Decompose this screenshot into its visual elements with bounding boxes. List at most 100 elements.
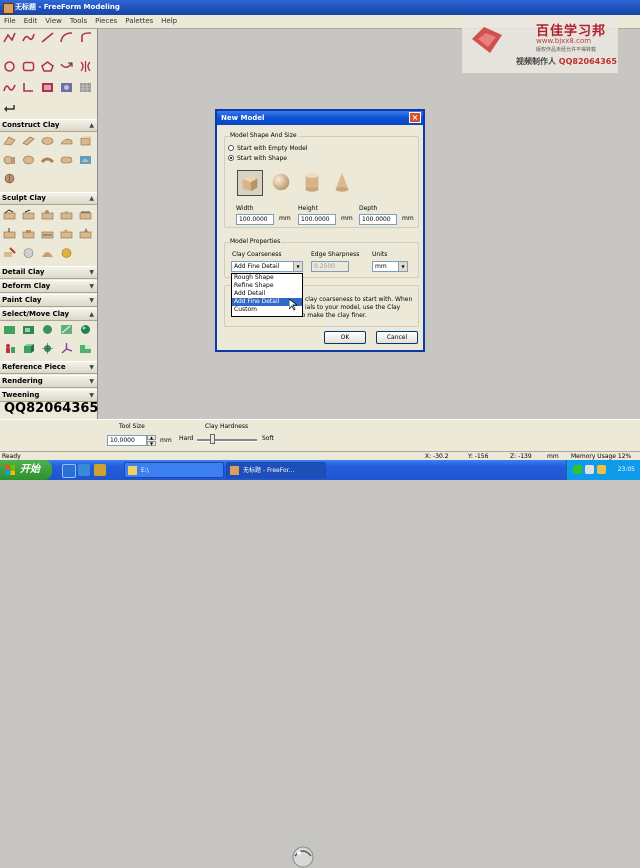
media-quicklaunch-icon[interactable]: [94, 464, 106, 476]
radio-start-with-shape[interactable]: Start with Shape: [228, 155, 287, 162]
sketch-plane-tool[interactable]: [39, 80, 56, 95]
grid-tool[interactable]: [77, 80, 94, 95]
tray-volume-icon[interactable]: [585, 465, 594, 474]
ok-button[interactable]: OK: [324, 331, 366, 344]
construct-tool-10[interactable]: [77, 152, 94, 167]
menu-help[interactable]: Help: [157, 15, 181, 28]
spin-down-icon[interactable]: ▼: [147, 441, 156, 446]
sculpt-tool-12[interactable]: [20, 245, 37, 260]
depth-input[interactable]: 100.0000: [359, 214, 397, 225]
section-reference-piece[interactable]: Reference Piece ▼: [0, 361, 97, 374]
clay-hardness-slider-thumb[interactable]: [210, 434, 215, 444]
section-deform-clay[interactable]: Deform Clay ▼: [0, 280, 97, 293]
sculpt-tool-9[interactable]: [58, 226, 75, 241]
clay-hardness-slider[interactable]: [197, 439, 257, 442]
symmetry-tool[interactable]: [77, 59, 94, 74]
units-select[interactable]: mm ▼: [372, 261, 408, 272]
circle-tool[interactable]: [1, 59, 18, 74]
construct-tool-5[interactable]: [77, 133, 94, 148]
select-tool-2[interactable]: [20, 322, 37, 337]
menu-palettes[interactable]: Palettes: [121, 15, 157, 28]
construct-tool-6[interactable]: [1, 152, 18, 167]
section-rendering[interactable]: Rendering ▼: [0, 375, 97, 388]
height-input[interactable]: 100.0000: [298, 214, 336, 225]
curve-tool-5[interactable]: [77, 30, 94, 45]
menu-tools[interactable]: Tools: [66, 15, 91, 28]
move-tool-5[interactable]: [77, 341, 94, 356]
dropdown-option-add-detail[interactable]: Add Detail: [232, 290, 302, 298]
chevron-down-icon[interactable]: ▼: [293, 262, 302, 271]
start-button[interactable]: 开始: [0, 460, 52, 480]
menu-pieces[interactable]: Pieces: [91, 15, 121, 28]
taskbar-item-freeform[interactable]: 无标题 - FreeFor...: [226, 462, 326, 478]
section-detail-clay[interactable]: Detail Clay ▼: [0, 266, 97, 279]
spin-up-icon[interactable]: ▲: [147, 435, 156, 440]
dialog-titlebar[interactable]: New Model ×: [217, 111, 423, 125]
curve-tool-3[interactable]: [39, 30, 56, 45]
sculpt-tool-2[interactable]: [20, 207, 37, 222]
width-input[interactable]: 100.0000: [236, 214, 274, 225]
sculpt-tool-8[interactable]: [39, 226, 56, 241]
construct-tool-9[interactable]: [58, 152, 75, 167]
mirror-curve-tool[interactable]: [58, 59, 75, 74]
select-tool-1[interactable]: [1, 322, 18, 337]
sculpt-tool-13[interactable]: [39, 245, 56, 260]
select-tool-4[interactable]: [58, 322, 75, 337]
shape-cone-button[interactable]: [330, 170, 356, 196]
construct-tool-3[interactable]: [39, 133, 56, 148]
tray-network-icon[interactable]: [573, 465, 582, 474]
curve-tool-2[interactable]: [20, 30, 37, 45]
chevron-down-icon[interactable]: ▼: [398, 262, 407, 271]
select-tool-5[interactable]: [77, 322, 94, 337]
sculpt-tool-6[interactable]: [1, 226, 18, 241]
cancel-button[interactable]: Cancel: [376, 331, 418, 344]
menu-view[interactable]: View: [41, 15, 66, 28]
close-icon[interactable]: ×: [409, 112, 421, 123]
taskbar-item-explorer[interactable]: E:\: [124, 462, 224, 478]
section-sculpt-clay[interactable]: Sculpt Clay ▲: [0, 192, 97, 205]
move-tool-2[interactable]: [20, 341, 37, 356]
sculpt-tool-14[interactable]: [58, 245, 75, 260]
curve-tool-1[interactable]: [1, 30, 18, 45]
sculpt-tool-3[interactable]: [39, 207, 56, 222]
move-tool-3[interactable]: [39, 341, 56, 356]
construct-tool-11[interactable]: [1, 171, 18, 186]
shape-cube-button[interactable]: [237, 170, 263, 196]
construct-tool-1[interactable]: [1, 133, 18, 148]
construct-tool-2[interactable]: [20, 133, 37, 148]
l-curve-tool[interactable]: [20, 80, 37, 95]
polygon-tool[interactable]: [39, 59, 56, 74]
dropdown-option-refine-shape[interactable]: Refine Shape: [232, 282, 302, 290]
radio-empty-model[interactable]: Start with Empty Model: [228, 145, 307, 152]
select-tool-3[interactable]: [39, 322, 56, 337]
select-curve-tool[interactable]: [1, 101, 18, 116]
move-tool-4[interactable]: [58, 341, 75, 356]
move-tool-1[interactable]: [1, 341, 18, 356]
tool-size-input[interactable]: 10.0000: [107, 435, 147, 446]
window-titlebar[interactable]: 无标题 - FreeForm Modeling: [0, 0, 640, 15]
spline-tool[interactable]: [1, 80, 18, 95]
construct-tool-8[interactable]: [39, 152, 56, 167]
menu-edit[interactable]: Edit: [20, 15, 42, 28]
ie-quicklaunch-icon[interactable]: [62, 464, 76, 478]
dropdown-option-rough-shape[interactable]: Rough Shape: [232, 274, 302, 282]
sculpt-tool-1[interactable]: [1, 207, 18, 222]
menu-file[interactable]: File: [0, 15, 20, 28]
construct-tool-4[interactable]: [58, 133, 75, 148]
shape-cylinder-button[interactable]: [300, 170, 326, 196]
sculpt-tool-7[interactable]: [20, 226, 37, 241]
section-paint-clay[interactable]: Paint Clay ▼: [0, 294, 97, 307]
clay-coarseness-select[interactable]: Add Fine Detail ▼: [231, 261, 303, 272]
edge-sharpness-input[interactable]: 0.2500: [311, 261, 349, 272]
section-construct-clay[interactable]: Construct Clay ▲: [0, 119, 97, 132]
image-tool[interactable]: [58, 80, 75, 95]
shape-sphere-button[interactable]: [269, 170, 295, 196]
construct-tool-7[interactable]: [20, 152, 37, 167]
sculpt-tool-11[interactable]: [1, 245, 18, 260]
sculpt-tool-4[interactable]: [58, 207, 75, 222]
curve-tool-4[interactable]: [58, 30, 75, 45]
rectangle-tool[interactable]: [20, 59, 37, 74]
sculpt-tool-10[interactable]: [77, 226, 94, 241]
sculpt-tool-5[interactable]: [77, 207, 94, 222]
tray-app-icon[interactable]: [597, 465, 606, 474]
